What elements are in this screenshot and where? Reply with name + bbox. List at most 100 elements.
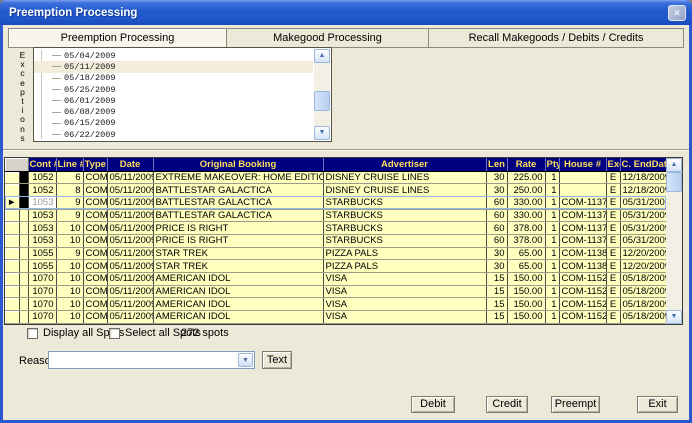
grid-cell[interactable]: BATTLESTAR GALACTICA (153, 184, 323, 197)
row-mark[interactable] (19, 247, 28, 260)
grid-cell[interactable]: 30 (486, 260, 507, 273)
grid-cell[interactable]: PIZZA PALS (323, 247, 486, 260)
row-selector[interactable] (5, 311, 19, 324)
column-header[interactable]: Date (107, 158, 153, 171)
grid-cell[interactable]: 150.00 (507, 273, 545, 286)
select-all-spots-checkbox[interactable] (109, 328, 120, 339)
grid-cell[interactable]: 05/11/2009 (107, 298, 153, 311)
grid-cell[interactable]: 10 (56, 222, 83, 235)
grid-cell[interactable]: 05/18/2009 (620, 298, 666, 311)
grid-cell[interactable]: 1053 (28, 196, 56, 209)
grid-cell[interactable]: PRICE IS RIGHT (153, 222, 323, 235)
grid-cell[interactable]: 15 (486, 311, 507, 324)
list-item[interactable]: 06/08/2009 (34, 106, 313, 117)
grid-cell[interactable]: 05/11/2009 (107, 311, 153, 324)
grid-cell[interactable]: STAR TREK (153, 247, 323, 260)
grid-cell[interactable]: 330.00 (507, 209, 545, 222)
grid-cell[interactable]: 05/11/2009 (107, 234, 153, 247)
list-item[interactable]: 05/25/2009 (34, 84, 313, 95)
row-selector[interactable] (5, 222, 19, 235)
grid-cell[interactable]: 30 (486, 247, 507, 260)
grid-cell[interactable]: 9 (56, 209, 83, 222)
grid-cell[interactable]: 05/11/2009 (107, 209, 153, 222)
display-all-spots-checkbox[interactable] (27, 328, 38, 339)
row-selector[interactable] (5, 247, 19, 260)
grid-cell[interactable]: 1053 (28, 209, 56, 222)
grid-cell[interactable]: 05/31/2009 (620, 196, 666, 209)
grid-cell[interactable]: 1 (545, 209, 559, 222)
row-mark[interactable] (19, 298, 28, 311)
grid-cell[interactable]: COM (83, 273, 107, 286)
grid-cell[interactable]: STAR TREK (153, 260, 323, 273)
grid-cell[interactable]: COM (83, 209, 107, 222)
grid-cell[interactable]: VISA (323, 311, 486, 324)
grid-cell[interactable]: 30 (486, 184, 507, 197)
preempt-button[interactable]: Preempt (551, 396, 600, 413)
grid-cell[interactable]: COM (83, 247, 107, 260)
grid-cell[interactable]: E (606, 184, 620, 197)
table-row[interactable]: 107010COM05/11/2009AMERICAN IDOLVISA1515… (5, 298, 666, 311)
grid-cell[interactable]: 05/11/2009 (107, 222, 153, 235)
grid-cell[interactable]: 1070 (28, 273, 56, 286)
grid-cell[interactable]: 10 (56, 311, 83, 324)
row-selector[interactable] (5, 171, 19, 184)
tab-makegood-processing[interactable]: Makegood Processing (227, 29, 429, 47)
table-row[interactable]: 105310COM05/11/2009PRICE IS RIGHTSTARBUC… (5, 222, 666, 235)
grid-cell[interactable]: 05/31/2009 (620, 222, 666, 235)
column-header[interactable]: Len (486, 158, 507, 171)
grid-cell[interactable]: COM (83, 298, 107, 311)
grid-cell[interactable]: VISA (323, 298, 486, 311)
grid-cell[interactable]: 05/31/2009 (620, 234, 666, 247)
row-selector[interactable] (5, 273, 19, 286)
exceptions-scrollbar[interactable]: ▲ ▼ (314, 49, 330, 140)
grid-cell[interactable]: 60 (486, 196, 507, 209)
grid-cell[interactable]: COM (83, 184, 107, 197)
grid-cell[interactable]: STARBUCKS (323, 234, 486, 247)
grid-cell[interactable]: 15 (486, 298, 507, 311)
grid-cell[interactable]: 1 (545, 247, 559, 260)
grid-cell[interactable]: COM (83, 311, 107, 324)
grid-cell[interactable]: DISNEY CRUISE LINES (323, 184, 486, 197)
row-selector[interactable] (5, 285, 19, 298)
grid-cell[interactable]: 15 (486, 285, 507, 298)
grid-cell[interactable]: 150.00 (507, 285, 545, 298)
scroll-up-icon[interactable]: ▲ (666, 158, 682, 172)
grid-cell[interactable]: 60 (486, 222, 507, 235)
grid-cell[interactable]: 150.00 (507, 298, 545, 311)
tab-preemption-processing[interactable]: Preemption Processing (9, 29, 227, 47)
column-header[interactable]: Rate (507, 158, 545, 171)
column-header[interactable]: House # (559, 158, 606, 171)
row-mark[interactable] (19, 196, 28, 209)
text-button[interactable]: Text (262, 351, 292, 369)
grid-cell[interactable]: 65.00 (507, 260, 545, 273)
tab-recall-makegoods-debits-credits[interactable]: Recall Makegoods / Debits / Credits (429, 29, 683, 47)
grid-cell[interactable]: 1 (545, 184, 559, 197)
grid-cell[interactable]: AMERICAN IDOL (153, 273, 323, 286)
grid-cell[interactable]: VISA (323, 285, 486, 298)
grid-cell[interactable]: 1055 (28, 260, 56, 273)
grid-cell[interactable]: 1 (545, 234, 559, 247)
grid-cell[interactable]: 05/11/2009 (107, 196, 153, 209)
grid-cell[interactable]: 1 (545, 273, 559, 286)
grid-cell[interactable]: 05/11/2009 (107, 247, 153, 260)
grid-cell[interactable]: EXTREME MAKEOVER: HOME EDITION (153, 171, 323, 184)
row-mark[interactable] (19, 184, 28, 197)
grid-cell[interactable]: COM-1152 (559, 311, 606, 324)
grid-cell[interactable]: VISA (323, 273, 486, 286)
grid-cell[interactable]: 12/20/2009 (620, 260, 666, 273)
grid-scrollbar[interactable]: ▲ ▼ (666, 158, 682, 324)
row-selector[interactable]: ► (5, 196, 19, 209)
scrollbar-thumb[interactable] (666, 172, 682, 192)
grid-cell[interactable]: 05/18/2009 (620, 311, 666, 324)
table-row[interactable]: 10559COM05/11/2009STAR TREKPIZZA PALS306… (5, 247, 666, 260)
table-row[interactable]: 105510COM05/11/2009STAR TREKPIZZA PALS30… (5, 260, 666, 273)
grid-cell[interactable]: 12/18/2009 (620, 184, 666, 197)
grid-cell[interactable]: 05/31/2009 (620, 209, 666, 222)
column-header[interactable]: Cont # (28, 158, 56, 171)
grid-cell[interactable]: 05/18/2009 (620, 273, 666, 286)
grid-cell[interactable]: 9 (56, 196, 83, 209)
grid-cell[interactable]: 60 (486, 209, 507, 222)
grid-cell[interactable]: E (606, 209, 620, 222)
grid-cell[interactable]: E (606, 298, 620, 311)
grid-cell[interactable]: STARBUCKS (323, 196, 486, 209)
